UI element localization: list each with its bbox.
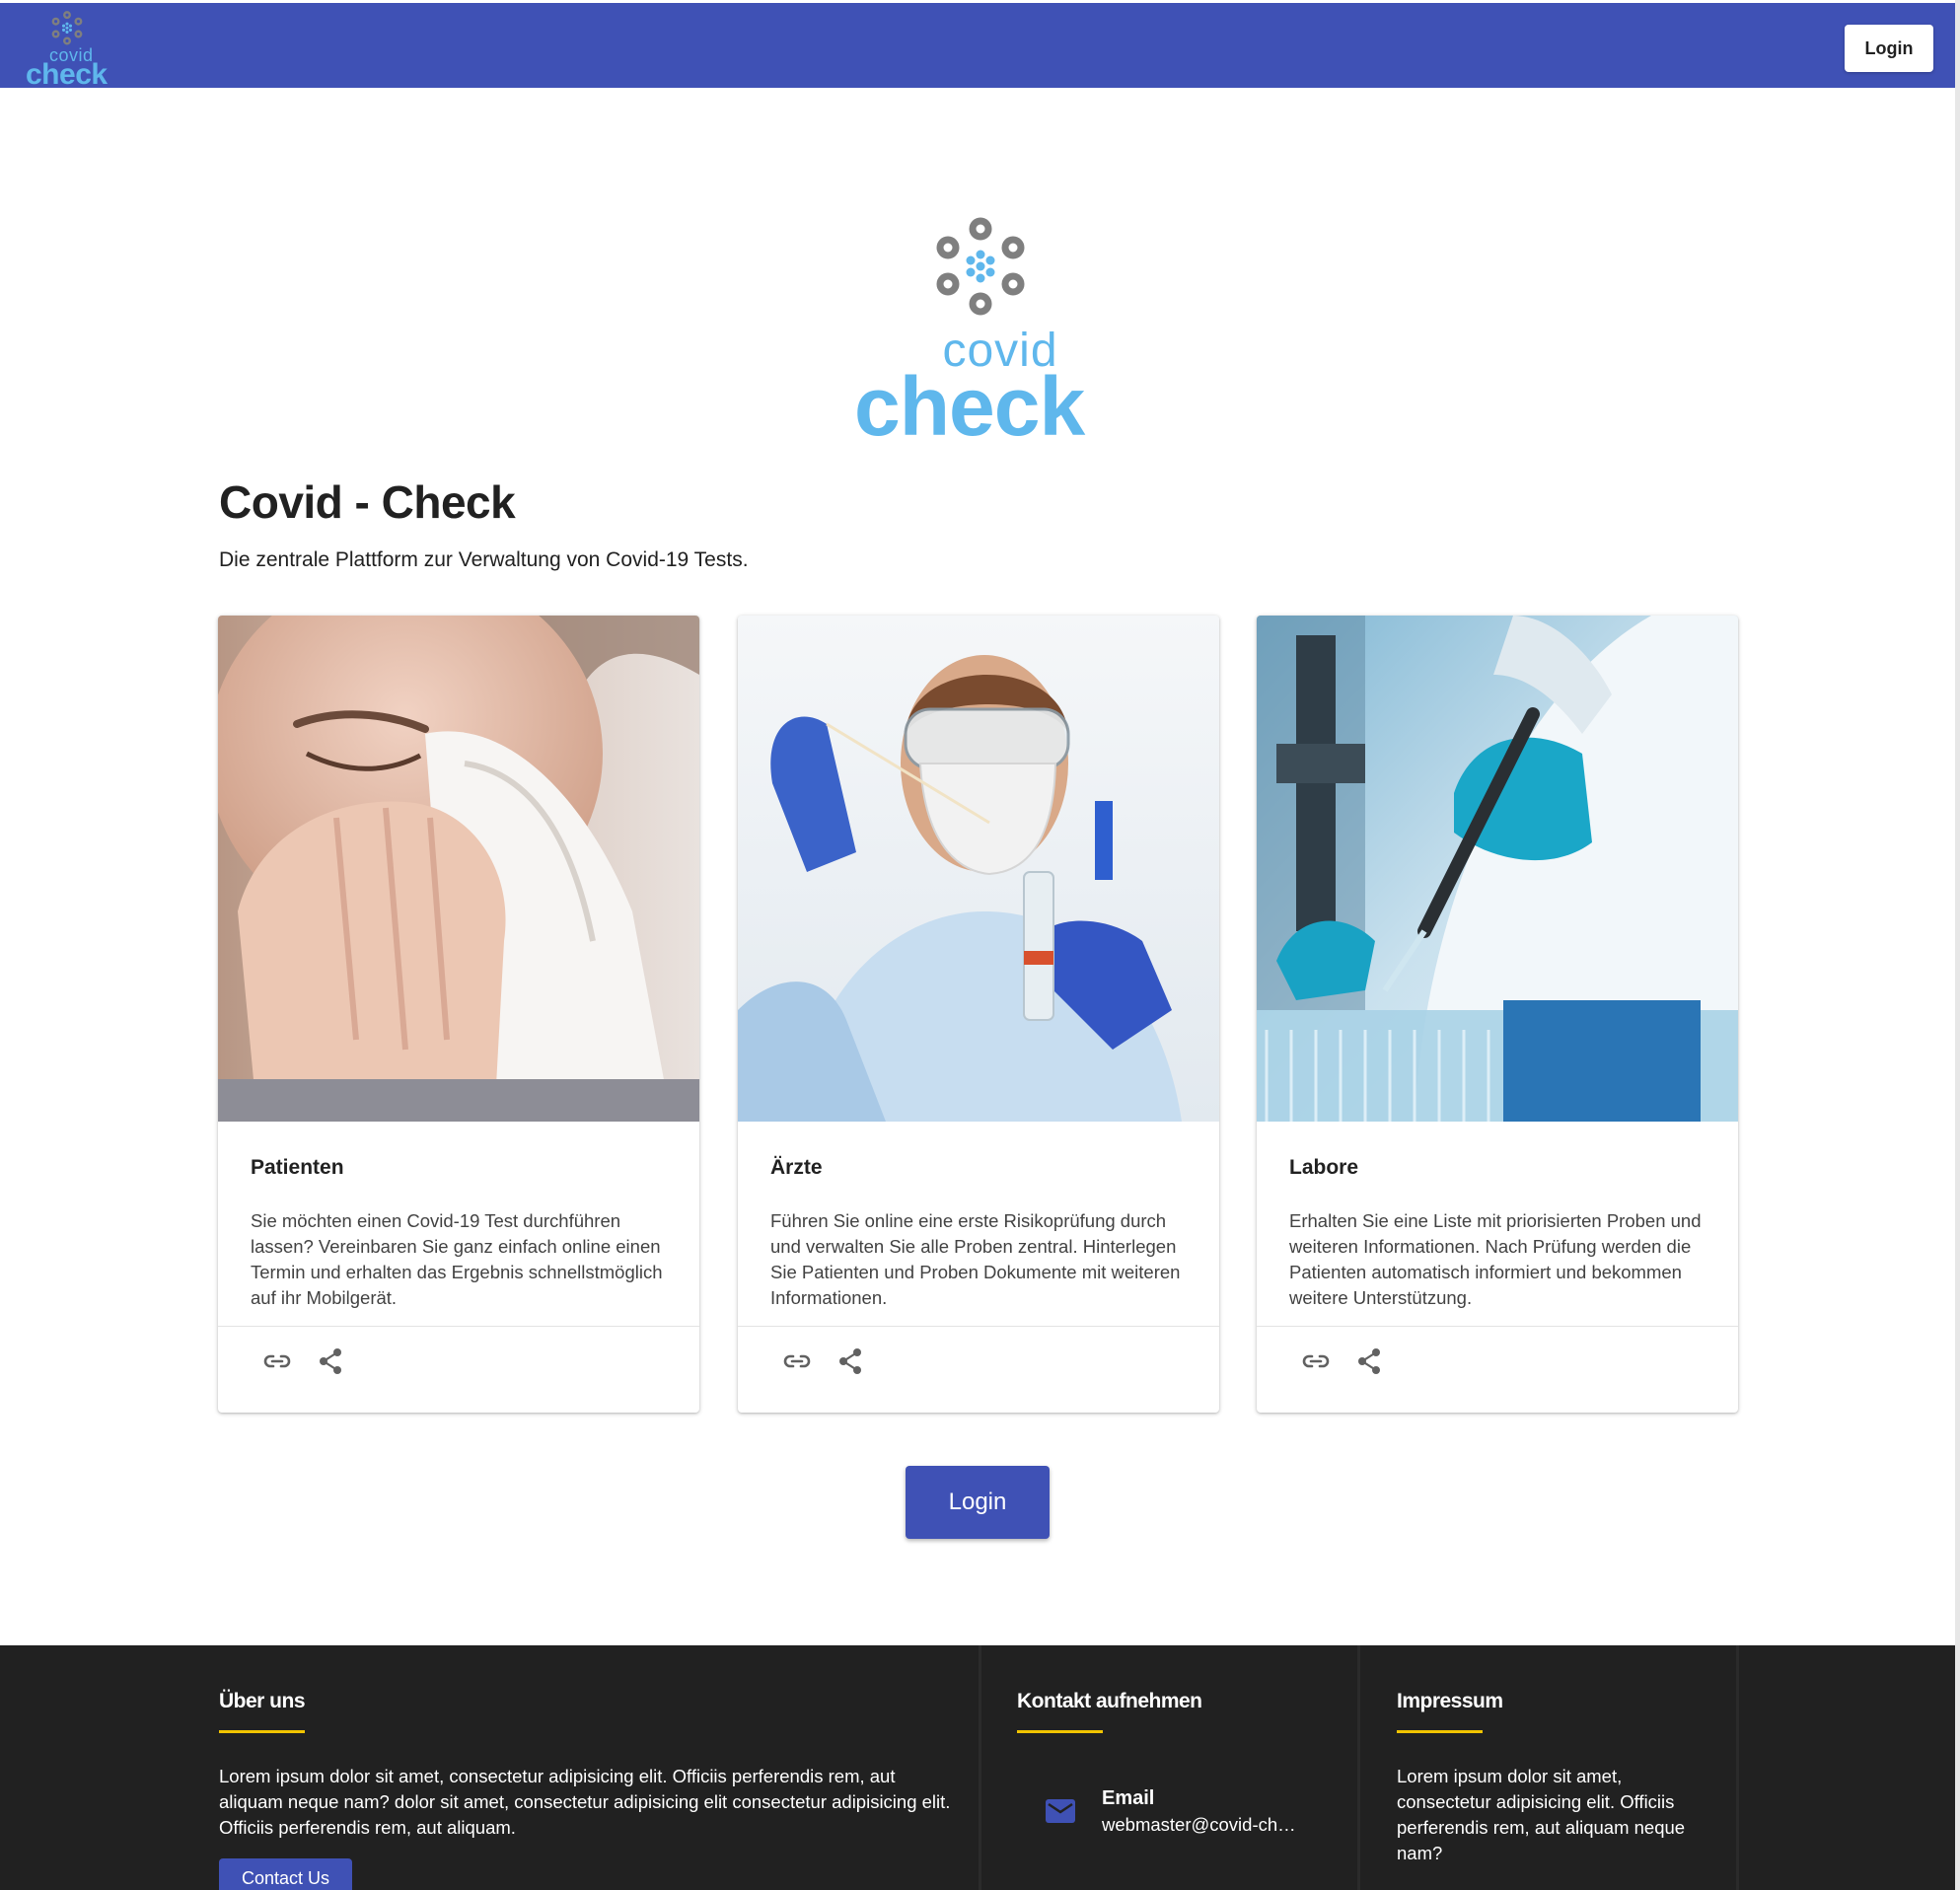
- footer-imprint-heading: Impressum: [1397, 1690, 1503, 1712]
- top-app-bar: covid check Login: [0, 0, 1960, 91]
- share-icon[interactable]: [1347, 1340, 1391, 1383]
- share-icon[interactable]: [309, 1340, 352, 1383]
- link-icon[interactable]: [255, 1340, 299, 1383]
- footer-about-heading: Über uns: [219, 1690, 306, 1712]
- card-description: Führen Sie online eine erste Risikoprüfu…: [770, 1210, 1181, 1308]
- card-title: Patienten: [251, 1156, 344, 1179]
- virus-logo-icon: [51, 11, 83, 45]
- footer-contact-heading: Kontakt aufnehmen: [1017, 1690, 1202, 1712]
- email-label: Email: [1102, 1787, 1155, 1809]
- contact-us-button[interactable]: Contact Us: [219, 1858, 352, 1890]
- card-aerzte: Ärzte Führen Sie online eine erste Risik…: [738, 616, 1219, 1413]
- page-subtitle: Die zentrale Plattform zur Verwaltung vo…: [219, 548, 749, 571]
- covid-check-logo[interactable]: covid check: [24, 11, 112, 91]
- link-icon[interactable]: [1294, 1340, 1338, 1383]
- footer-divider: [1736, 1645, 1739, 1890]
- footer: Über uns Lorem ipsum dolor sit amet, con…: [0, 1645, 1955, 1890]
- hero-logo: covid check: [848, 217, 1105, 448]
- header-login-button[interactable]: Login: [1845, 25, 1933, 72]
- logo-word-check: check: [26, 58, 108, 91]
- card-title: Ärzte: [770, 1156, 823, 1179]
- footer-divider: [1357, 1645, 1360, 1890]
- card-labore: Labore Erhalten Sie eine Liste mit prior…: [1257, 616, 1738, 1413]
- footer-heading-underline: [219, 1730, 305, 1733]
- footer-heading-underline: [1397, 1730, 1483, 1733]
- page-title: Covid - Check: [219, 476, 516, 528]
- card-description: Erhalten Sie eine Liste mit priorisierte…: [1289, 1210, 1702, 1308]
- woman-sneezing-photo: [218, 616, 699, 1122]
- footer-about-text: Lorem ipsum dolor sit amet, consectetur …: [219, 1766, 951, 1838]
- footer-divider: [979, 1645, 981, 1890]
- lab-pipette-photo: [1257, 616, 1738, 1122]
- hero-logo-word-check: check: [854, 360, 1085, 453]
- page-scrollbar-track[interactable]: [1955, 0, 1960, 1890]
- card-divider: [218, 1326, 699, 1327]
- footer-heading-underline: [1017, 1730, 1103, 1733]
- email-link[interactable]: webmaster@covid-check.de: [1102, 1814, 1299, 1836]
- card-patienten: Patienten Sie möchten einen Covid-19 Tes…: [218, 616, 699, 1413]
- mail-icon: [1046, 1799, 1075, 1823]
- share-icon[interactable]: [829, 1340, 872, 1383]
- card-divider: [738, 1326, 1219, 1327]
- doctor-swab-test-photo: [738, 616, 1219, 1122]
- link-icon[interactable]: [775, 1340, 819, 1383]
- footer-imprint-text: Lorem ipsum dolor sit amet, consectetur …: [1397, 1766, 1686, 1863]
- virus-logo-icon: [936, 217, 1025, 316]
- card-title: Labore: [1289, 1156, 1359, 1179]
- card-description: Sie möchten einen Covid-19 Test durchfüh…: [251, 1210, 663, 1308]
- card-divider: [1257, 1326, 1738, 1327]
- main-login-button[interactable]: Login: [906, 1466, 1050, 1539]
